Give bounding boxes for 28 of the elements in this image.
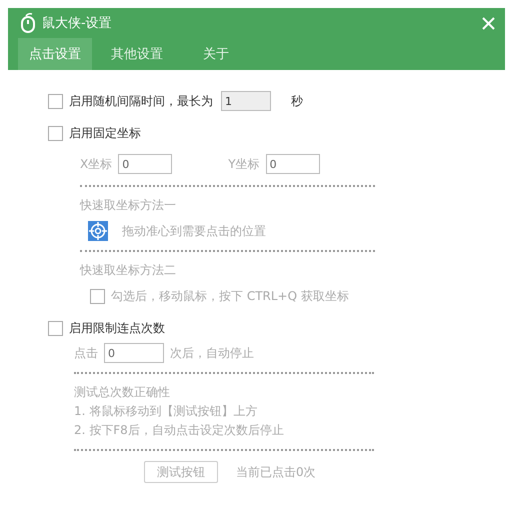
input-field[interactable]: 1 — [221, 91, 271, 111]
mouse-icon — [20, 13, 36, 33]
checkbox[interactable] — [48, 320, 63, 336]
click-count-text: 当前已点击0次 — [236, 464, 316, 480]
checkbox[interactable] — [48, 94, 63, 108]
option-label: 启用固定坐标 — [69, 124, 141, 142]
checkbox[interactable] — [90, 289, 105, 304]
step-text: 1. 将鼠标移动到【测试按钮】上方 — [74, 403, 258, 420]
input-field[interactable]: 0 — [266, 154, 320, 174]
crosshair-icon[interactable] — [88, 221, 108, 241]
field-label: X坐标 — [80, 156, 112, 172]
hint-text: 拖动准心到需要点击的位置 — [122, 222, 266, 240]
input-field[interactable]: 0 — [104, 343, 164, 363]
window-title: 鼠大侠-设置 — [42, 15, 113, 32]
field-label: 点击 — [74, 344, 98, 362]
section-title: 快速取坐标方法一 — [80, 197, 177, 214]
field-label: Y坐标 — [228, 156, 260, 172]
checkbox[interactable] — [48, 126, 63, 140]
option-label: 启用随机间隔时间，最长为 — [69, 92, 213, 110]
section-title: 测试总次数正确性 — [74, 384, 171, 401]
field-label: 次后，自动停止 — [170, 344, 254, 362]
option-label: 启用限制连点次数 — [69, 320, 165, 336]
close-icon[interactable] — [482, 16, 495, 30]
step-text: 2. 按下F8后，自动点击设定次数后停止 — [74, 422, 285, 439]
input-field[interactable]: 0 — [118, 154, 172, 174]
unit-label: 秒 — [291, 92, 303, 110]
section-title: 快速取坐标方法二 — [80, 262, 177, 279]
option-label: 勾选后，移动鼠标，按下 CTRL+Q 获取坐标 — [111, 288, 349, 305]
